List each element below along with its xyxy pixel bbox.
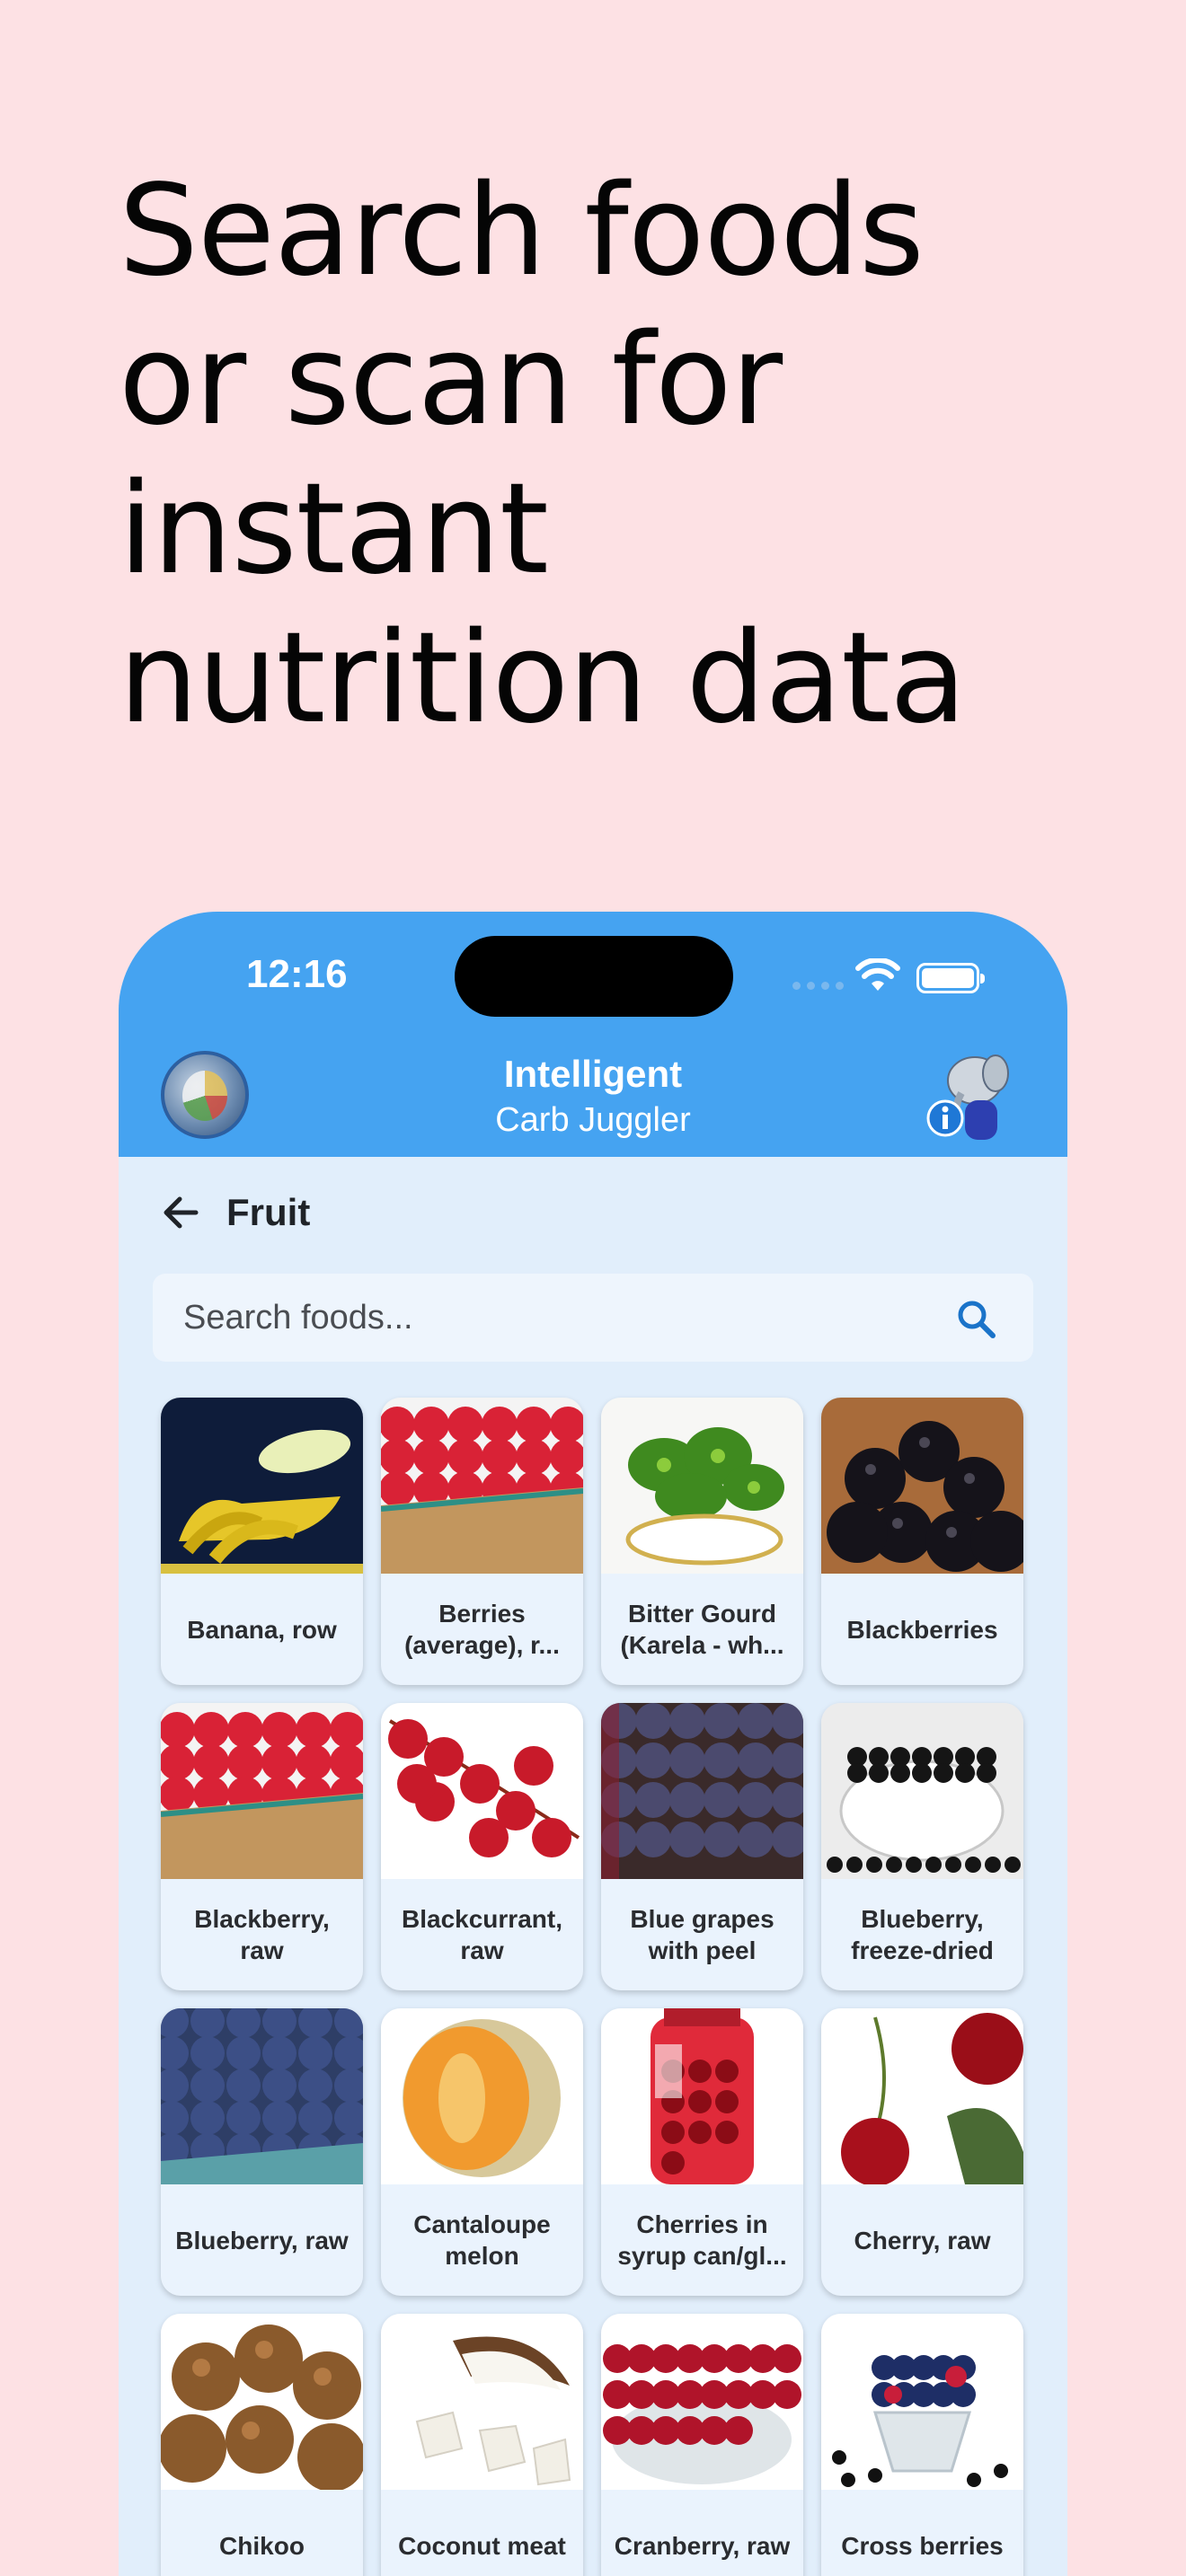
food-grid: Banana, row Berries (average), r... Bitt…: [161, 1398, 1023, 2576]
food-card-label-wrap: Cherry, raw: [821, 2184, 1023, 2296]
food-card-label-wrap: Banana, row: [161, 1574, 363, 1685]
food-image: [161, 2314, 363, 2490]
food-image: [161, 1398, 363, 1574]
food-card[interactable]: Blue grapes with peel: [601, 1703, 803, 1990]
food-image: [601, 2008, 803, 2184]
food-card[interactable]: Cantaloupe melon: [381, 2008, 583, 2296]
food-card-label: Coconut meat: [398, 2531, 566, 2560]
food-image: [161, 1703, 363, 1879]
food-card-label-wrap: Cherries in syrup can/gl...: [601, 2184, 803, 2296]
food-card[interactable]: Blueberry, raw: [161, 2008, 363, 2296]
page-title: Fruit: [226, 1191, 311, 1233]
nav-row: Fruit: [156, 1181, 310, 1244]
food-card[interactable]: Berries (average), r...: [381, 1398, 583, 1685]
food-card[interactable]: Cherries in syrup can/gl...: [601, 2008, 803, 2296]
headline: Search foods or scan for instant nutriti…: [119, 157, 1017, 754]
food-image: [381, 2008, 583, 2184]
food-card-label-wrap: Bitter Gourd (Karela - wh...: [601, 1574, 803, 1685]
food-card-label-wrap: Cantaloupe melon: [381, 2184, 583, 2296]
food-image: [821, 1398, 1023, 1574]
food-card-label: Blackcurrant, raw: [402, 1905, 562, 1964]
food-card[interactable]: Banana, row: [161, 1398, 363, 1685]
headline-line-2: or scan for: [119, 307, 783, 454]
back-arrow-icon[interactable]: [156, 1187, 207, 1238]
food-image: [161, 2008, 363, 2184]
food-card[interactable]: Chikoo: [161, 2314, 363, 2576]
food-card-label-wrap: Blueberry, raw: [161, 2184, 363, 2296]
food-card-label-wrap: Cranberry, raw: [601, 2490, 803, 2576]
food-card-label: Cantaloupe melon: [413, 2210, 551, 2270]
food-card-label-wrap: Blue grapes with peel: [601, 1879, 803, 1990]
food-card-label: Blackberries: [846, 1615, 998, 1644]
food-card[interactable]: Bitter Gourd (Karela - wh...: [601, 1398, 803, 1685]
food-image: [601, 1398, 803, 1574]
food-card-label-wrap: Blueberry, freeze-dried: [821, 1879, 1023, 1990]
food-card-label-wrap: Coconut meat: [381, 2490, 583, 2576]
app-bar: 12:16 Intelligent Carb Juggler: [119, 912, 1067, 1157]
food-card-label-wrap: Berries (average), r...: [381, 1574, 583, 1685]
food-image: [821, 2008, 1023, 2184]
food-card[interactable]: Blueberry, freeze-dried: [821, 1703, 1023, 1990]
food-card-label: Blueberry, raw: [175, 2226, 349, 2254]
food-image: [601, 2314, 803, 2490]
food-card-label: Blackberry, raw: [194, 1905, 330, 1964]
food-card-label: Chikoo: [219, 2531, 305, 2560]
phone-screen: 12:16 Intelligent Carb Juggler Fruit Sea…: [119, 912, 1067, 2576]
food-image: [381, 2314, 583, 2490]
status-time: 12:16: [246, 952, 348, 996]
food-card[interactable]: Blackcurrant, raw: [381, 1703, 583, 1990]
headline-line-4: nutrition data: [119, 605, 967, 752]
food-card-label-wrap: Cross berries: [821, 2490, 1023, 2576]
wifi-icon: [855, 958, 900, 991]
search-input[interactable]: Search foods...: [183, 1299, 413, 1337]
headline-line-3: instant: [119, 456, 549, 603]
food-card[interactable]: Blackberry, raw: [161, 1703, 363, 1990]
food-card-label-wrap: Blackberry, raw: [161, 1879, 363, 1990]
dynamic-island: [455, 936, 733, 1017]
food-card-label: Cherry, raw: [854, 2226, 991, 2254]
food-card-label: Cross berries: [841, 2531, 1004, 2560]
food-card-label-wrap: Chikoo: [161, 2490, 363, 2576]
search-field[interactable]: Search foods...: [153, 1274, 1033, 1362]
food-card-label: Bitter Gourd (Karela - wh...: [620, 1600, 784, 1659]
food-image: [601, 1703, 803, 1879]
food-card-label: Cherries in syrup can/gl...: [617, 2210, 787, 2270]
food-card[interactable]: Coconut meat: [381, 2314, 583, 2576]
food-card-label: Berries (average), r...: [404, 1600, 560, 1659]
food-image: [821, 2314, 1023, 2490]
food-card-label-wrap: Blackberries: [821, 1574, 1023, 1685]
food-image: [381, 1398, 583, 1574]
food-card-label: Banana, row: [187, 1615, 337, 1644]
cellular-signal-icon: [792, 982, 844, 990]
food-card-label: Blue grapes with peel: [630, 1905, 774, 1964]
battery-icon: [916, 963, 985, 993]
food-card[interactable]: Cross berries: [821, 2314, 1023, 2576]
food-card[interactable]: Cherry, raw: [821, 2008, 1023, 2296]
food-image: [381, 1703, 583, 1879]
headline-line-1: Search foods: [119, 158, 925, 304]
search-icon[interactable]: [954, 1297, 999, 1342]
food-card-label-wrap: Blackcurrant, raw: [381, 1879, 583, 1990]
food-card-label: Blueberry, freeze-dried: [851, 1905, 994, 1964]
elephant-info-icon[interactable]: [925, 1046, 1012, 1143]
food-card-label: Cranberry, raw: [614, 2531, 791, 2560]
food-card[interactable]: Cranberry, raw: [601, 2314, 803, 2576]
food-card[interactable]: Blackberries: [821, 1398, 1023, 1685]
food-image: [821, 1703, 1023, 1879]
